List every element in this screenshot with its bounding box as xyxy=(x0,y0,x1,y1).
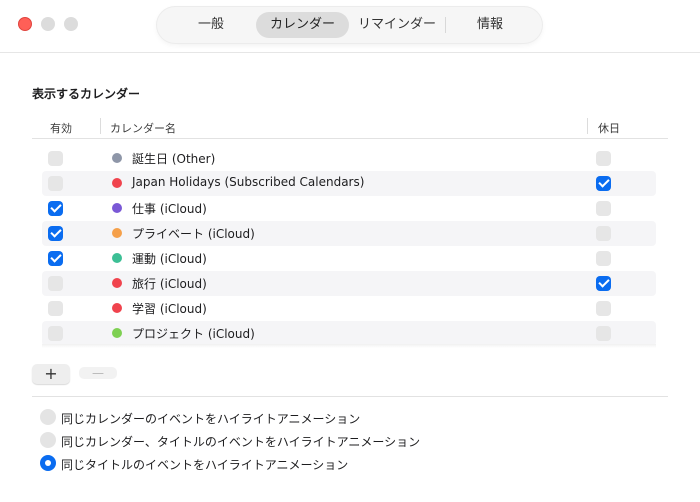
table-row[interactable]: 運動 (iCloud) xyxy=(42,246,656,271)
enabled-checkbox[interactable] xyxy=(48,301,63,316)
holiday-checkbox[interactable] xyxy=(596,301,611,316)
column-header-enabled[interactable]: 有効 xyxy=(50,120,72,136)
enabled-checkbox[interactable] xyxy=(48,151,63,166)
calendar-name: 学習 (iCloud) xyxy=(132,302,207,316)
list-bottom-edge xyxy=(42,344,656,348)
calendar-list: 誕生日 (Other) Japan Holidays (Subscribed Ca… xyxy=(42,146,656,344)
section-title: 表示するカレンダー xyxy=(32,87,141,101)
calendar-color-dot-icon xyxy=(112,203,122,213)
calendar-name: 運動 (iCloud) xyxy=(132,252,207,266)
option-label: 同じカレンダーのイベントをハイライトアニメーション xyxy=(61,412,361,426)
divider xyxy=(32,396,668,397)
enabled-checkbox[interactable] xyxy=(48,201,63,216)
table-row[interactable]: プライベート (iCloud) xyxy=(42,221,656,246)
enabled-checkbox[interactable] xyxy=(48,251,63,266)
holiday-checkbox[interactable] xyxy=(596,151,611,166)
calendar-color-dot-icon xyxy=(112,253,122,263)
option-label: 同じカレンダー、タイトルのイベントをハイライトアニメーション xyxy=(61,435,421,449)
calendar-name: プライベート (iCloud) xyxy=(132,227,255,241)
option-label: 同じタイトルのイベントをハイライトアニメーション xyxy=(61,458,349,472)
close-window-button[interactable] xyxy=(18,17,32,31)
holiday-checkbox[interactable] xyxy=(596,326,611,341)
holiday-checkbox[interactable] xyxy=(596,276,611,291)
calendar-name: 誕生日 (Other) xyxy=(132,152,216,166)
table-row[interactable]: 仕事 (iCloud) xyxy=(42,196,656,221)
minimize-window-button[interactable] xyxy=(41,17,55,31)
table-row[interactable]: 誕生日 (Other) xyxy=(42,146,656,171)
tab-separator xyxy=(445,17,446,33)
holiday-checkbox[interactable] xyxy=(596,176,611,191)
remove-calendar-button[interactable]: — xyxy=(79,367,117,379)
calendar-name: 旅行 (iCloud) xyxy=(132,277,207,291)
radio-button[interactable] xyxy=(40,455,56,471)
enabled-checkbox[interactable] xyxy=(48,226,63,241)
column-separator xyxy=(587,118,588,134)
column-separator xyxy=(100,118,101,134)
tab-general[interactable]: 一般 xyxy=(167,12,255,38)
table-header: 有効 カレンダー名 休日 xyxy=(32,116,668,139)
holiday-checkbox[interactable] xyxy=(596,201,611,216)
add-calendar-button[interactable]: + xyxy=(32,364,70,384)
table-row[interactable]: 学習 (iCloud) xyxy=(42,296,656,321)
calendar-color-dot-icon xyxy=(112,328,122,338)
table-row[interactable]: 旅行 (iCloud) xyxy=(42,271,656,296)
tab-calendars[interactable]: カレンダー xyxy=(256,12,349,38)
calendar-color-dot-icon xyxy=(112,178,122,188)
column-header-name[interactable]: カレンダー名 xyxy=(110,120,176,136)
zoom-window-button[interactable] xyxy=(64,17,78,31)
enabled-checkbox[interactable] xyxy=(48,276,63,291)
calendar-color-dot-icon xyxy=(112,153,122,163)
holiday-checkbox[interactable] xyxy=(596,226,611,241)
table-row[interactable]: プロジェクト (iCloud) xyxy=(42,321,656,344)
calendar-color-dot-icon xyxy=(112,228,122,238)
table-row[interactable]: Japan Holidays (Subscribed Calendars) xyxy=(42,171,656,196)
calendar-name: プロジェクト (iCloud) xyxy=(132,327,255,341)
calendar-color-dot-icon xyxy=(112,303,122,313)
calendar-name: 仕事 (iCloud) xyxy=(132,202,207,216)
enabled-checkbox[interactable] xyxy=(48,326,63,341)
radio-button[interactable] xyxy=(40,409,56,425)
window-titlebar: 一般 カレンダー リマインダー 情報 xyxy=(0,0,700,53)
tab-info[interactable]: 情報 xyxy=(447,12,533,38)
enabled-checkbox[interactable] xyxy=(48,176,63,191)
holiday-checkbox[interactable] xyxy=(596,251,611,266)
column-header-holiday[interactable]: 休日 xyxy=(598,120,620,136)
preferences-tab-bar: 一般 カレンダー リマインダー 情報 xyxy=(157,7,542,43)
calendar-name: Japan Holidays (Subscribed Calendars) xyxy=(132,175,365,189)
calendar-color-dot-icon xyxy=(112,278,122,288)
tab-reminders[interactable]: リマインダー xyxy=(350,12,444,38)
radio-button[interactable] xyxy=(40,432,56,448)
